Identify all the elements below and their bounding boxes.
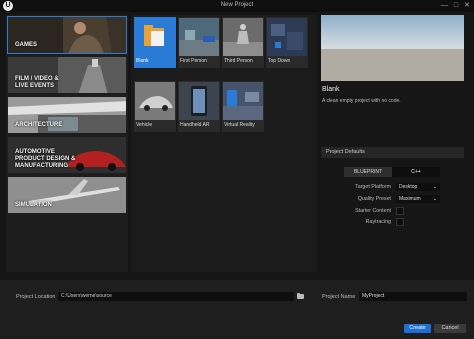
template-preview-image	[321, 15, 464, 81]
category-simulation-label: SIMULATION	[15, 202, 52, 208]
blueprint-button[interactable]: BLUEPRINT	[344, 167, 392, 177]
close-icon[interactable]: ✕	[464, 1, 470, 11]
project-location-label: Project Location	[16, 294, 56, 300]
vehicle-thumbnail	[135, 82, 175, 120]
template-blank[interactable]: Blank	[134, 17, 176, 68]
category-automotive-label: AUTOMOTIVE PRODUCT DESIGN & MANUFACTURIN…	[15, 149, 76, 169]
window-controls: — □ ✕	[441, 1, 470, 11]
create-button[interactable]: Create	[404, 324, 431, 333]
minimize-icon[interactable]: —	[441, 1, 448, 11]
language-toggle: BLUEPRINT C++	[344, 167, 440, 177]
project-name-input[interactable]: MyProject	[359, 292, 467, 301]
template-description: A clean empty project with no code.	[322, 98, 401, 104]
project-location-input[interactable]: C:\Users\werne\source	[58, 292, 294, 301]
template-title: Blank	[322, 86, 340, 93]
category-games-label: GAMES	[15, 42, 38, 48]
category-list: GAMES FILM / VIDEO & LIVE EVENTS ARCHITE…	[6, 15, 128, 272]
target-platform-dropdown[interactable]: Desktop ⌄	[396, 183, 440, 191]
browse-folder-icon[interactable]	[297, 293, 304, 299]
template-label: Blank	[136, 58, 149, 64]
template-label: Handheld AR	[180, 122, 210, 128]
starter-content-checkbox[interactable]	[396, 207, 404, 215]
category-automotive[interactable]: AUTOMOTIVE PRODUCT DESIGN & MANUFACTURIN…	[7, 136, 127, 174]
template-grid: Blank First Person Third Person Top Down…	[131, 15, 317, 272]
raytracing-checkbox[interactable]	[396, 218, 404, 226]
template-label: First Person	[180, 58, 207, 64]
category-simulation[interactable]: SIMULATION	[7, 176, 127, 214]
target-platform-label: Target Platform	[355, 184, 391, 190]
blank-thumbnail-icon	[135, 18, 175, 56]
window-title: New Project	[220, 2, 254, 8]
raytracing-label: Raytracing	[365, 219, 391, 225]
template-label: Virtual Reality	[224, 122, 255, 128]
template-detail-panel: Blank A clean empty project with no code…	[321, 15, 469, 272]
chevron-down-icon: ⌄	[432, 184, 437, 190]
category-architecture-label: ARCHITECTURE	[15, 122, 63, 128]
template-handheld-ar[interactable]: Handheld AR	[178, 81, 220, 132]
project-defaults-header: Project Defaults	[321, 147, 464, 158]
category-film-video[interactable]: FILM / VIDEO & LIVE EVENTS	[7, 56, 127, 94]
cpp-button[interactable]: C++	[392, 167, 440, 177]
starter-content-label: Starter Content	[355, 208, 391, 214]
footer-bar: Project Location C:\Users\werne\source P…	[0, 280, 474, 339]
template-first-person[interactable]: First Person	[178, 17, 220, 68]
quality-preset-dropdown[interactable]: Maximum ⌄	[396, 195, 440, 203]
template-label: Third Person	[224, 58, 253, 64]
template-label: Vehicle	[136, 122, 153, 128]
third-person-thumbnail	[223, 18, 263, 56]
top-down-thumbnail	[267, 18, 307, 56]
cancel-button[interactable]: Cancel	[434, 324, 466, 333]
project-name-label: Project Name	[322, 294, 356, 300]
first-person-thumbnail	[179, 18, 219, 56]
quality-preset-value: Maximum	[399, 196, 421, 202]
template-label: Top Down	[268, 58, 291, 64]
template-top-down[interactable]: Top Down	[266, 17, 308, 68]
category-games[interactable]: GAMES	[7, 16, 127, 54]
chevron-down-icon: ⌄	[432, 196, 437, 202]
quality-preset-label: Quality Preset	[357, 196, 391, 202]
virtual-reality-thumbnail	[223, 82, 263, 120]
category-architecture[interactable]: ARCHITECTURE	[7, 96, 127, 134]
template-vehicle[interactable]: Vehicle	[134, 81, 176, 132]
title-bar: U New Project — □ ✕	[0, 0, 474, 12]
category-film-label: FILM / VIDEO & LIVE EVENTS	[15, 76, 59, 89]
maximize-icon[interactable]: □	[454, 1, 458, 11]
template-third-person[interactable]: Third Person	[222, 17, 264, 68]
handheld-ar-thumbnail	[179, 82, 219, 120]
target-platform-value: Desktop	[399, 184, 418, 190]
template-virtual-reality[interactable]: Virtual Reality	[222, 81, 264, 132]
